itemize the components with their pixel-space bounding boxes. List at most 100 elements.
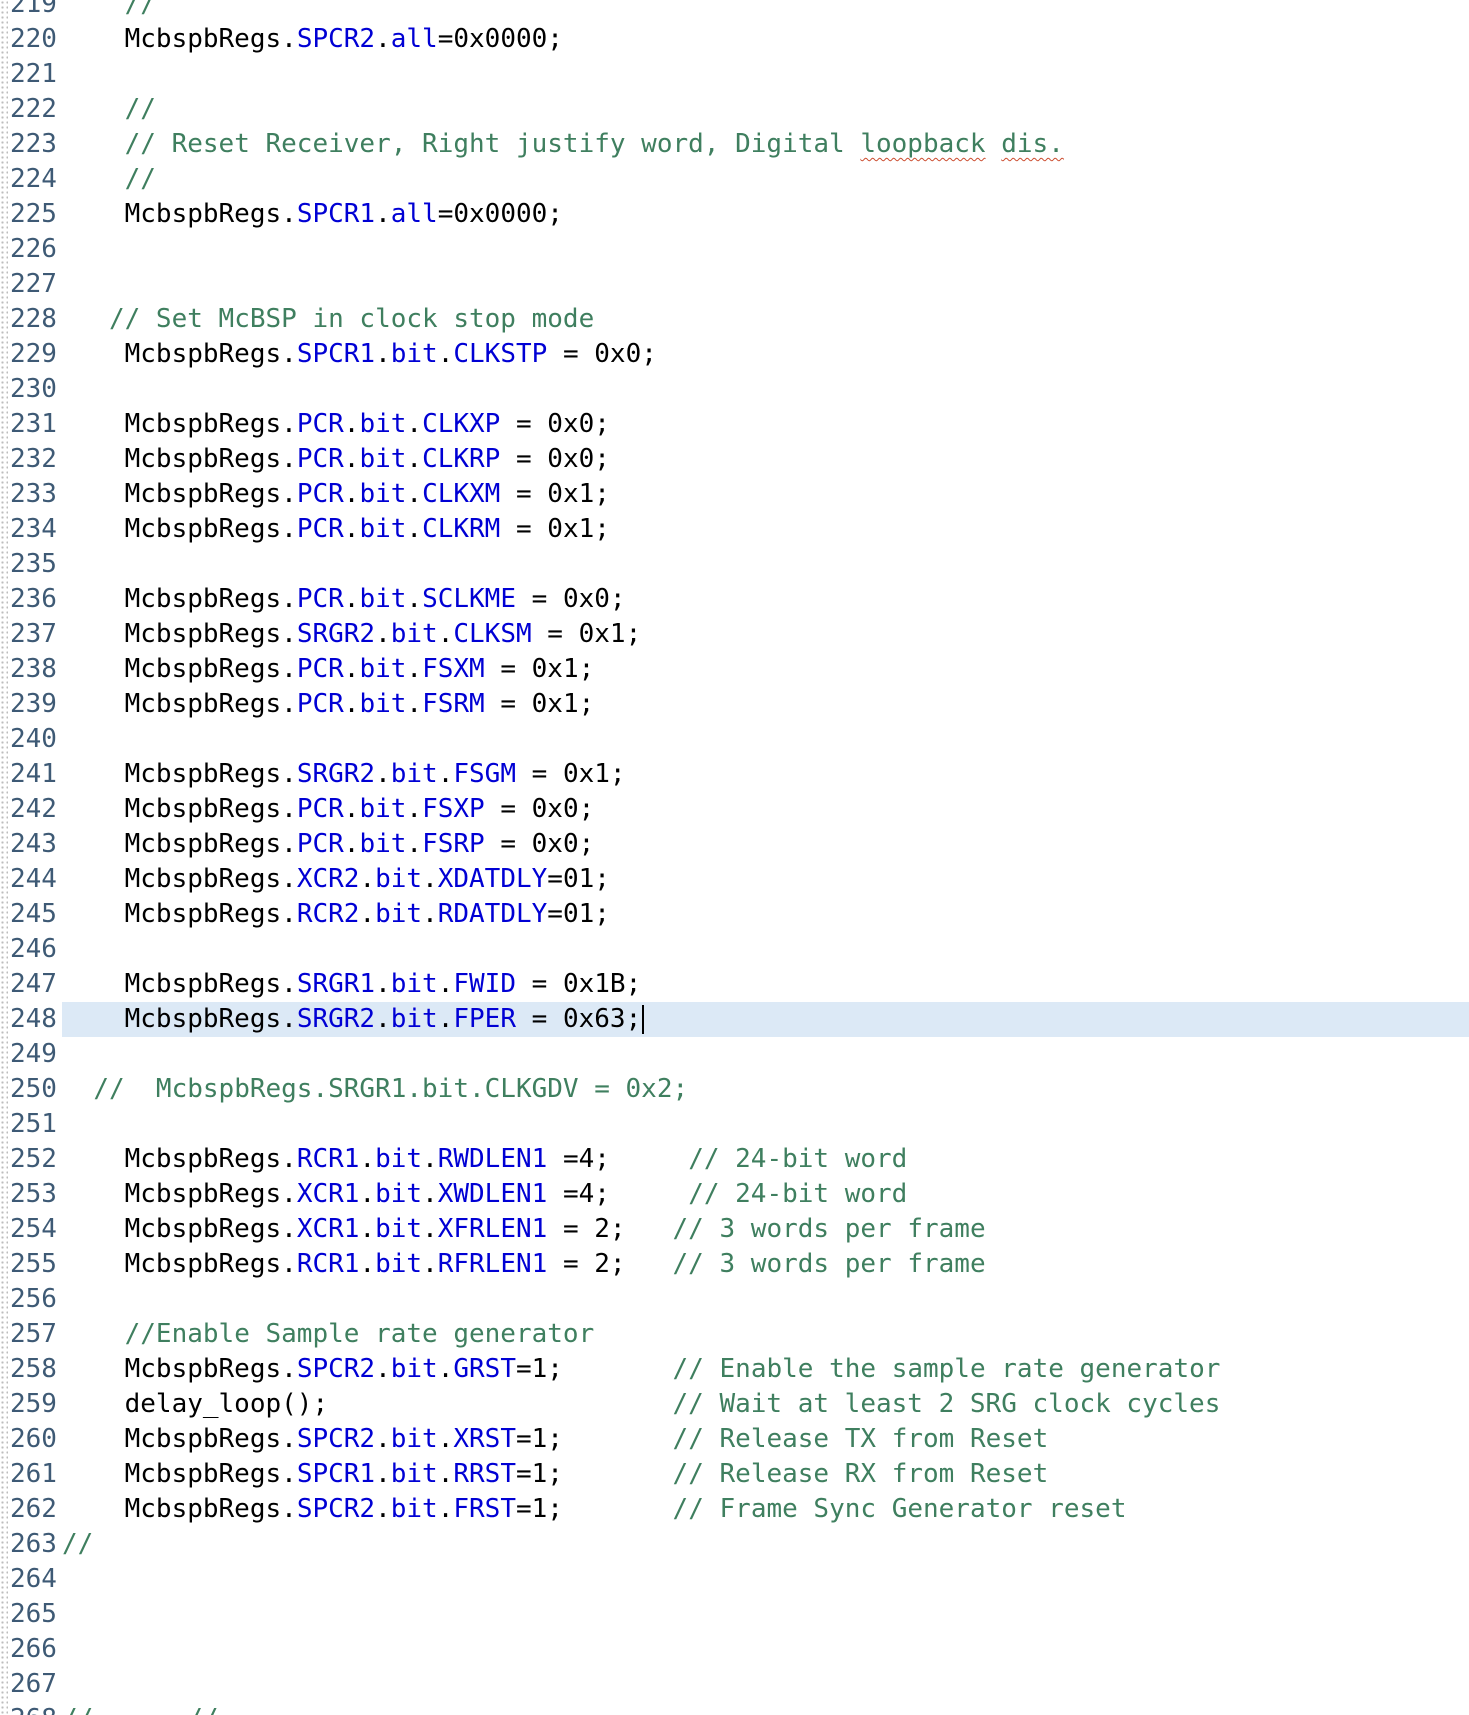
code-text[interactable]: McbspbRegs.SRGR2.bit.CLKSM = 0x1;: [62, 617, 1469, 652]
code-text[interactable]: // Set McBSP in clock stop mode: [62, 302, 1469, 337]
code-text[interactable]: McbspbRegs.SPCR1.all=0x0000;: [62, 197, 1469, 232]
line-number[interactable]: 240: [0, 722, 62, 757]
code-text[interactable]: [62, 232, 1469, 267]
code-text[interactable]: [62, 372, 1469, 407]
line-number[interactable]: 245: [0, 897, 62, 932]
code-text[interactable]: McbspbRegs.PCR.bit.CLKXP = 0x0;: [62, 407, 1469, 442]
line-number[interactable]: 259: [0, 1387, 62, 1422]
code-text[interactable]: // //: [62, 1702, 1469, 1715]
code-text[interactable]: McbspbRegs.XCR1.bit.XFRLEN1 = 2; // 3 wo…: [62, 1212, 1469, 1247]
line-number[interactable]: 256: [0, 1282, 62, 1317]
line-number[interactable]: 228: [0, 302, 62, 337]
line-number[interactable]: 239: [0, 687, 62, 722]
line-number[interactable]: 257: [0, 1317, 62, 1352]
code-editor[interactable]: 219 //220 McbspbRegs.SPCR2.all=0x0000; 22…: [0, 0, 1469, 1715]
line-number[interactable]: 236: [0, 582, 62, 617]
code-text[interactable]: McbspbRegs.XCR1.bit.XWDLEN1 =4; // 24-bi…: [62, 1177, 1469, 1212]
code-text[interactable]: McbspbRegs.RCR1.bit.RFRLEN1 = 2; // 3 wo…: [62, 1247, 1469, 1282]
line-number[interactable]: 262: [0, 1492, 62, 1527]
code-text[interactable]: //: [62, 1527, 1469, 1562]
line-number[interactable]: 248: [0, 1002, 62, 1037]
code-text[interactable]: //: [62, 0, 1469, 22]
line-number[interactable]: 254: [0, 1212, 62, 1247]
code-text[interactable]: McbspbRegs.RCR1.bit.RWDLEN1 =4; // 24-bi…: [62, 1142, 1469, 1177]
line-number[interactable]: 224: [0, 162, 62, 197]
line-number[interactable]: 255: [0, 1247, 62, 1282]
line-number[interactable]: 263: [0, 1527, 62, 1562]
line-number[interactable]: 232: [0, 442, 62, 477]
code-text[interactable]: [62, 932, 1469, 967]
line-number[interactable]: 227: [0, 267, 62, 302]
code-text[interactable]: [62, 1597, 1469, 1632]
code-text[interactable]: McbspbRegs.PCR.bit.FSXP = 0x0;: [62, 792, 1469, 827]
line-number[interactable]: 220: [0, 22, 62, 57]
code-text[interactable]: [62, 1282, 1469, 1317]
code-text[interactable]: //: [62, 92, 1469, 127]
code-text[interactable]: McbspbRegs.SPCR2.bit.FRST=1; // Frame Sy…: [62, 1492, 1469, 1527]
code-text[interactable]: [62, 722, 1469, 757]
line-number[interactable]: 266: [0, 1632, 62, 1667]
line-number[interactable]: 219: [0, 0, 62, 22]
code-text[interactable]: McbspbRegs.SPCR1.bit.RRST=1; // Release …: [62, 1457, 1469, 1492]
code-text[interactable]: [62, 267, 1469, 302]
line-number[interactable]: 268: [0, 1702, 62, 1715]
code-text[interactable]: McbspbRegs.SRGR1.bit.FWID = 0x1B;: [62, 967, 1469, 1002]
code-text[interactable]: [62, 1632, 1469, 1667]
line-number[interactable]: 238: [0, 652, 62, 687]
line-number[interactable]: 225: [0, 197, 62, 232]
line-number[interactable]: 242: [0, 792, 62, 827]
code-text[interactable]: McbspbRegs.PCR.bit.FSXM = 0x1;: [62, 652, 1469, 687]
line-number[interactable]: 221: [0, 57, 62, 92]
code-text[interactable]: McbspbRegs.XCR2.bit.XDATDLY=01;: [62, 862, 1469, 897]
line-number[interactable]: 267: [0, 1667, 62, 1702]
line-number[interactable]: 226: [0, 232, 62, 267]
line-number[interactable]: 258: [0, 1352, 62, 1387]
line-number[interactable]: 252: [0, 1142, 62, 1177]
code-text[interactable]: McbspbRegs.SPCR2.bit.GRST=1; // Enable t…: [62, 1352, 1469, 1387]
line-number[interactable]: 249: [0, 1037, 62, 1072]
line-number[interactable]: 261: [0, 1457, 62, 1492]
code-text[interactable]: McbspbRegs.PCR.bit.CLKRP = 0x0;: [62, 442, 1469, 477]
line-number[interactable]: 247: [0, 967, 62, 1002]
code-text[interactable]: McbspbRegs.SPCR2.all=0x0000;: [62, 22, 1469, 57]
code-text[interactable]: McbspbRegs.PCR.bit.FSRM = 0x1;: [62, 687, 1469, 722]
code-text[interactable]: [62, 57, 1469, 92]
code-text[interactable]: McbspbRegs.RCR2.bit.RDATDLY=01;: [62, 897, 1469, 932]
code-text[interactable]: McbspbRegs.SPCR1.bit.CLKSTP = 0x0;: [62, 337, 1469, 372]
line-number[interactable]: 241: [0, 757, 62, 792]
line-number[interactable]: 234: [0, 512, 62, 547]
code-text[interactable]: //Enable Sample rate generator: [62, 1317, 1469, 1352]
line-number[interactable]: 251: [0, 1107, 62, 1142]
line-number[interactable]: 265: [0, 1597, 62, 1632]
line-number[interactable]: 243: [0, 827, 62, 862]
code-text[interactable]: [62, 1107, 1469, 1142]
code-text[interactable]: [62, 1037, 1469, 1072]
code-text[interactable]: delay_loop(); // Wait at least 2 SRG clo…: [62, 1387, 1469, 1422]
line-number[interactable]: 237: [0, 617, 62, 652]
code-text[interactable]: // Reset Receiver, Right justify word, D…: [62, 127, 1469, 162]
line-number[interactable]: 222: [0, 92, 62, 127]
code-text[interactable]: // McbspbRegs.SRGR1.bit.CLKGDV = 0x2;: [62, 1072, 1469, 1107]
code-text[interactable]: McbspbRegs.PCR.bit.CLKXM = 0x1;: [62, 477, 1469, 512]
code-text[interactable]: [62, 1562, 1469, 1597]
line-number[interactable]: 264: [0, 1562, 62, 1597]
line-number[interactable]: 223: [0, 127, 62, 162]
line-number[interactable]: 244: [0, 862, 62, 897]
code-text[interactable]: McbspbRegs.SRGR2.bit.FSGM = 0x1;: [62, 757, 1469, 792]
line-number[interactable]: 260: [0, 1422, 62, 1457]
line-number[interactable]: 231: [0, 407, 62, 442]
code-text[interactable]: McbspbRegs.PCR.bit.CLKRM = 0x1;: [62, 512, 1469, 547]
line-number[interactable]: 230: [0, 372, 62, 407]
code-text[interactable]: //: [62, 162, 1469, 197]
line-number[interactable]: 233: [0, 477, 62, 512]
code-text[interactable]: McbspbRegs.SRGR2.bit.FPER = 0x63;: [62, 1002, 1469, 1037]
code-text[interactable]: [62, 1667, 1469, 1702]
line-number[interactable]: 250: [0, 1072, 62, 1107]
line-number[interactable]: 253: [0, 1177, 62, 1212]
line-number[interactable]: 229: [0, 337, 62, 372]
code-text[interactable]: McbspbRegs.PCR.bit.FSRP = 0x0;: [62, 827, 1469, 862]
code-text[interactable]: [62, 547, 1469, 582]
code-text[interactable]: McbspbRegs.SPCR2.bit.XRST=1; // Release …: [62, 1422, 1469, 1457]
line-number[interactable]: 246: [0, 932, 62, 967]
code-text[interactable]: McbspbRegs.PCR.bit.SCLKME = 0x0;: [62, 582, 1469, 617]
